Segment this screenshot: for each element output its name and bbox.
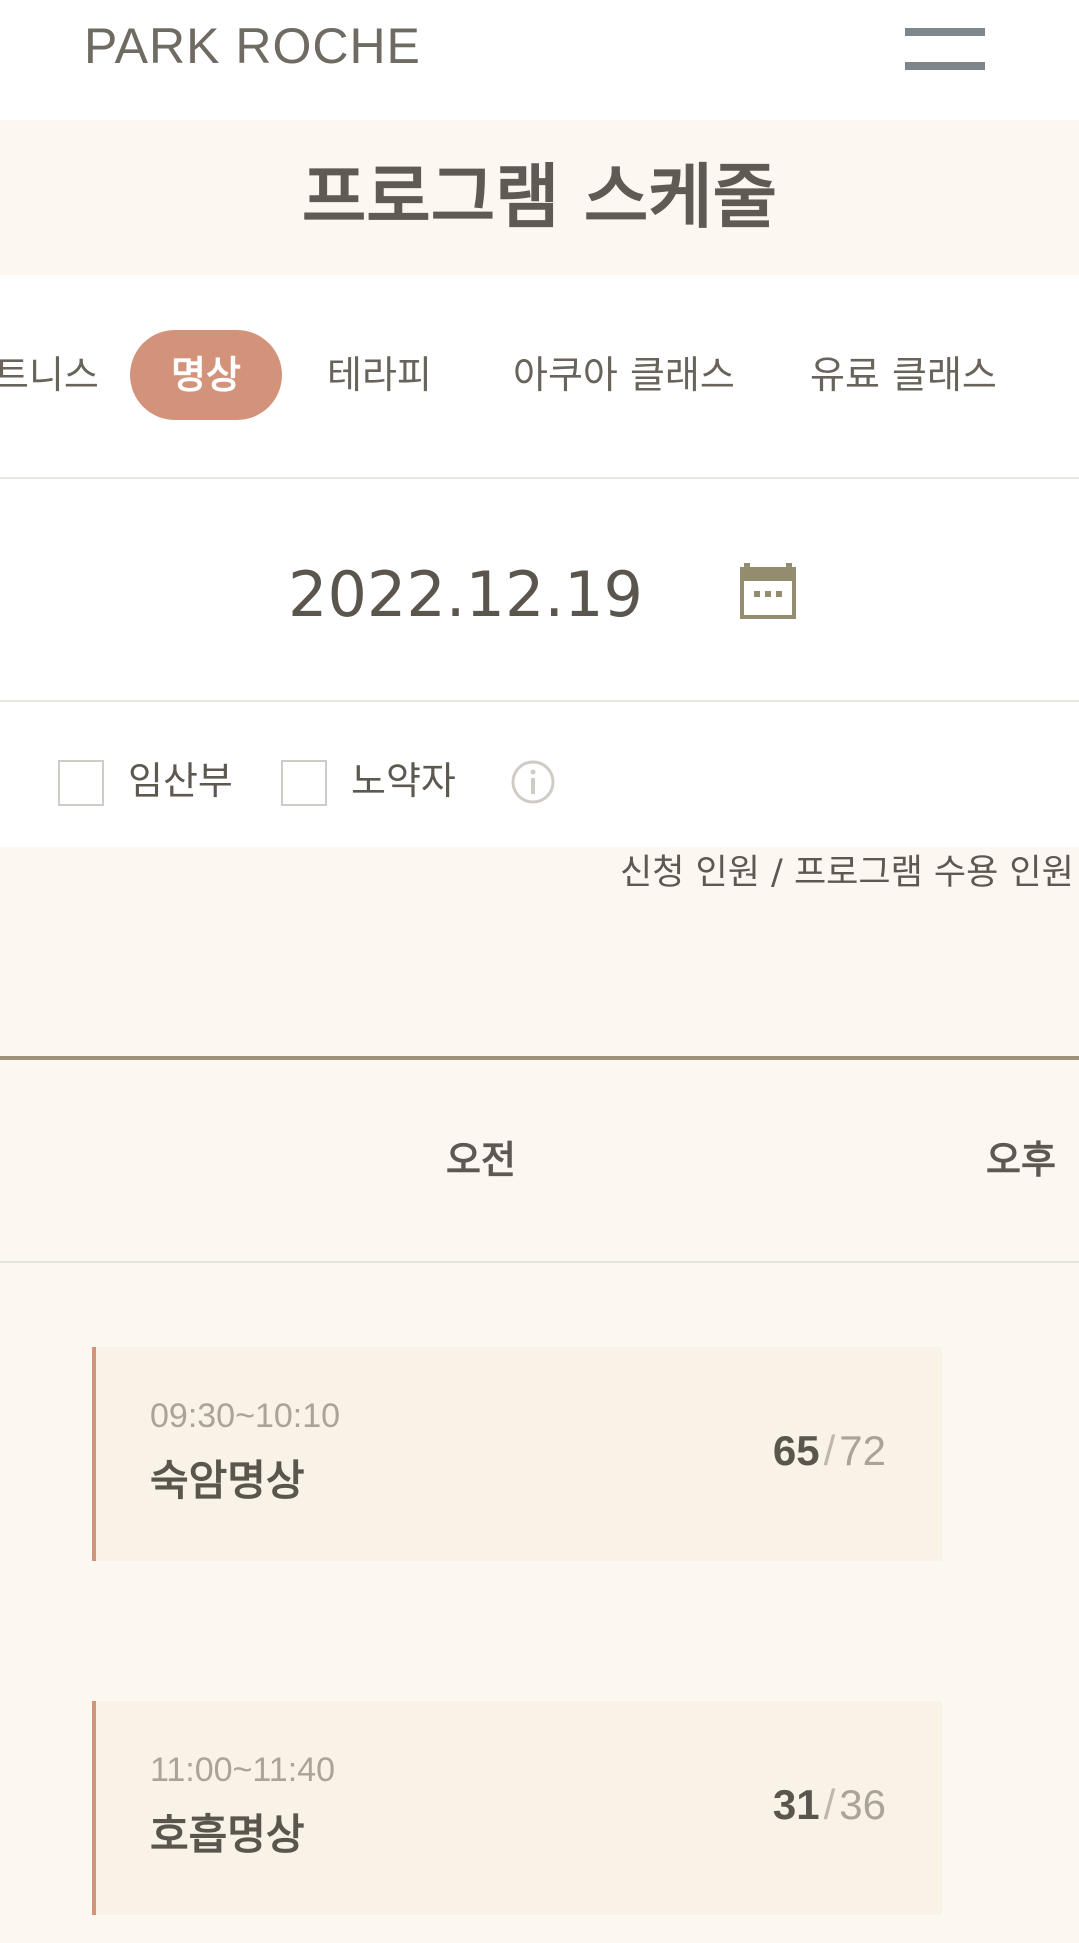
program-name: 호흡명상 (150, 1810, 305, 1859)
program-name: 숙암명상 (150, 1456, 305, 1505)
capacity-count: 36 (839, 1781, 886, 1828)
tab-paid-class[interactable]: 유료 클래스 (810, 330, 997, 420)
category-tabs: 트니스 명상 테라피 아쿠아 클래스 유료 클래스 (0, 330, 1079, 420)
info-icon[interactable] (511, 760, 555, 804)
selected-date[interactable]: 2022.12.19 (288, 555, 643, 635)
capacity-note: 신청 인원 / 프로그램 수용 인원 (620, 853, 1074, 893)
tab-therapy[interactable]: 테라피 (327, 330, 432, 420)
date-divider (0, 700, 1079, 702)
period-divider (0, 1261, 1079, 1263)
program-time: 11:00~11:40 (150, 1751, 335, 1789)
program-capacity: 65/72 (773, 1427, 886, 1475)
page-title: 프로그램 스케줄 (301, 156, 778, 238)
pregnant-checkbox[interactable] (58, 760, 104, 806)
elderly-checkbox[interactable] (281, 760, 327, 806)
tab-fitness[interactable]: 트니스 (0, 330, 99, 420)
program-card[interactable]: 09:30~10:10 숙암명상 65/72 (92, 1347, 942, 1561)
brand-logo[interactable]: PARK ROCHE (84, 16, 421, 76)
tabs-divider (0, 477, 1079, 479)
count-separator: / (823, 1427, 836, 1474)
registered-count: 65 (772, 1427, 820, 1474)
tab-meditation[interactable]: 명상 (130, 330, 282, 420)
hamburger-menu-icon[interactable] (905, 28, 985, 70)
tab-aqua-class[interactable]: 아쿠아 클래스 (513, 330, 735, 420)
registered-count: 31 (772, 1781, 820, 1828)
capacity-count: 72 (839, 1427, 886, 1474)
period-pm[interactable]: 오후 (986, 1135, 1056, 1185)
program-card[interactable]: 11:00~11:40 호흡명상 31/36 (92, 1701, 942, 1915)
program-time: 09:30~10:10 (150, 1397, 341, 1435)
program-capacity: 31/36 (773, 1781, 886, 1829)
elderly-label[interactable]: 노약자 (351, 756, 456, 806)
period-am[interactable]: 오전 (446, 1135, 516, 1185)
count-separator: / (823, 1781, 836, 1828)
pregnant-label[interactable]: 임산부 (128, 756, 233, 806)
calendar-icon[interactable] (740, 563, 796, 619)
schedule-top-rule (0, 1056, 1079, 1060)
